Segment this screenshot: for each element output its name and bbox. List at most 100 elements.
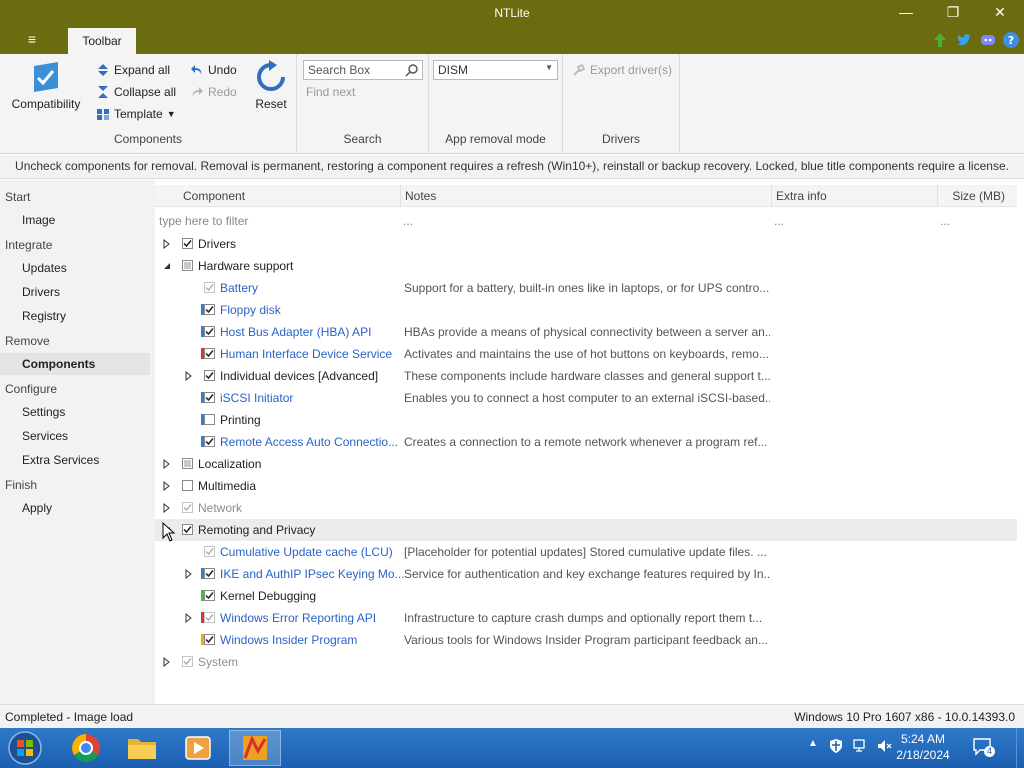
sidebar-item-extra-services[interactable]: Extra Services — [0, 449, 150, 471]
export-drivers-button[interactable]: Export driver(s) — [572, 60, 672, 80]
component-checkbox[interactable] — [204, 414, 215, 425]
component-checkbox[interactable] — [182, 260, 193, 271]
filter-input[interactable]: type here to filter — [159, 214, 248, 228]
component-checkbox[interactable] — [204, 282, 215, 293]
component-row[interactable]: Multimedia — [155, 475, 1017, 497]
redo-button[interactable]: Redo — [190, 82, 237, 102]
component-checkbox[interactable] — [204, 436, 215, 447]
undo-button[interactable]: Undo — [190, 60, 237, 80]
taskbar-chrome[interactable] — [60, 730, 112, 766]
search-input[interactable]: Search Box — [303, 60, 423, 80]
restore-button[interactable]: ❐ — [938, 3, 968, 23]
minimize-button[interactable]: — — [891, 3, 921, 23]
start-button-icon[interactable] — [6, 730, 44, 766]
close-button[interactable]: ✕ — [985, 3, 1015, 23]
filter-extra[interactable]: ... — [774, 214, 784, 228]
component-row[interactable]: IKE and AuthIP IPsec Keying Mo... Service… — [155, 563, 1017, 585]
collapsed-arrow-icon[interactable] — [184, 613, 194, 623]
sidebar-item-registry[interactable]: Registry — [0, 305, 150, 327]
column-header-component[interactable]: Component — [179, 185, 401, 207]
action-center-button[interactable]: 4 — [972, 736, 996, 758]
component-row[interactable]: Kernel Debugging — [155, 585, 1017, 607]
collapsed-arrow-icon[interactable] — [184, 371, 194, 381]
network-icon[interactable] — [852, 738, 868, 754]
component-checkbox[interactable] — [182, 524, 193, 535]
show-desktop-button[interactable] — [1016, 728, 1024, 768]
taskbar-media-player[interactable] — [172, 730, 224, 766]
component-row[interactable]: Floppy disk — [155, 299, 1017, 321]
component-checkbox[interactable] — [204, 546, 215, 557]
column-header-extra-info[interactable]: Extra info — [772, 185, 938, 207]
component-row[interactable]: Host Bus Adapter (HBA) API HBAs provide a… — [155, 321, 1017, 343]
search-icon[interactable] — [405, 63, 419, 77]
component-checkbox[interactable] — [182, 458, 193, 469]
twitter-icon[interactable] — [955, 31, 973, 49]
find-next-button[interactable]: Find next — [306, 82, 355, 102]
sidebar-item-image[interactable]: Image — [0, 209, 150, 231]
collapsed-arrow-icon[interactable] — [162, 459, 172, 469]
component-row[interactable]: Hardware support — [155, 255, 1017, 277]
sidebar-item-components[interactable]: Components — [0, 353, 150, 375]
component-checkbox[interactable] — [204, 568, 215, 579]
sidebar-item-updates[interactable]: Updates — [0, 257, 150, 279]
taskbar-file-explorer[interactable] — [116, 730, 168, 766]
filter-row[interactable]: type here to filter ... ... ... — [155, 210, 1017, 232]
filter-size[interactable]: ... — [940, 214, 950, 228]
checkmark-icon — [205, 548, 214, 556]
clock[interactable]: 5:24 AM 2/18/2024 — [888, 731, 958, 763]
discord-icon[interactable] — [979, 31, 997, 49]
template-button[interactable]: Template ▼ — [96, 104, 176, 124]
component-row[interactable]: System — [155, 651, 1017, 673]
component-row[interactable]: Remote Access Auto Connectio... Creates a… — [155, 431, 1017, 453]
component-checkbox[interactable] — [182, 238, 193, 249]
component-checkbox[interactable] — [204, 612, 215, 623]
reset-button[interactable]: Reset — [250, 60, 292, 111]
help-icon[interactable]: ? — [1002, 31, 1020, 49]
column-header-size[interactable]: Size (MB) — [938, 185, 1017, 207]
component-checkbox[interactable] — [204, 392, 215, 403]
tray-expand-icon[interactable]: ▲ — [805, 738, 821, 754]
component-row[interactable]: Battery Support for a battery, built-in o… — [155, 277, 1017, 299]
tab-toolbar[interactable]: Toolbar — [68, 28, 136, 54]
sidebar-item-drivers[interactable]: Drivers — [0, 281, 150, 303]
component-checkbox[interactable] — [182, 656, 193, 667]
sidebar-item-services[interactable]: Services — [0, 425, 150, 447]
expand-all-button[interactable]: Expand all — [96, 60, 170, 80]
compatibility-button[interactable]: Compatibility — [6, 60, 86, 111]
security-shield-icon[interactable] — [828, 738, 844, 754]
component-row[interactable]: Drivers — [155, 233, 1017, 255]
component-row[interactable]: Human Interface Device Service Activates … — [155, 343, 1017, 365]
sidebar-item-settings[interactable]: Settings — [0, 401, 150, 423]
column-header-notes[interactable]: Notes — [401, 185, 772, 207]
component-row[interactable]: Printing — [155, 409, 1017, 431]
expanded-arrow-icon[interactable] — [162, 261, 172, 271]
app-removal-mode-select[interactable]: DISM ▼ — [433, 60, 558, 80]
sidebar-item-apply[interactable]: Apply — [0, 497, 150, 519]
component-checkbox[interactable] — [204, 348, 215, 359]
component-row[interactable]: Windows Insider Program Various tools for… — [155, 629, 1017, 651]
component-checkbox[interactable] — [182, 502, 193, 513]
component-checkbox[interactable] — [204, 590, 215, 601]
component-row[interactable]: iSCSI Initiator Enables you to connect a … — [155, 387, 1017, 409]
component-row[interactable]: Remoting and Privacy — [155, 519, 1017, 541]
filter-notes[interactable]: ... — [403, 214, 413, 228]
hamburger-menu-icon[interactable]: ≡ — [22, 31, 42, 49]
collapsed-arrow-icon[interactable] — [184, 569, 194, 579]
collapsed-arrow-icon[interactable] — [162, 239, 172, 249]
component-row[interactable]: Cumulative Update cache (LCU) [Placeholde… — [155, 541, 1017, 563]
component-checkbox[interactable] — [182, 480, 193, 491]
component-row[interactable]: Individual devices [Advanced] These compo… — [155, 365, 1017, 387]
component-row[interactable]: Localization — [155, 453, 1017, 475]
component-row[interactable]: Network — [155, 497, 1017, 519]
component-checkbox[interactable] — [204, 326, 215, 337]
component-checkbox[interactable] — [204, 304, 215, 315]
collapsed-arrow-icon[interactable] — [162, 657, 172, 667]
taskbar-ntlite[interactable] — [229, 730, 281, 766]
update-arrow-icon[interactable] — [931, 31, 949, 49]
component-checkbox[interactable] — [204, 370, 215, 381]
collapse-all-button[interactable]: Collapse all — [96, 82, 176, 102]
component-checkbox[interactable] — [204, 634, 215, 645]
collapsed-arrow-icon[interactable] — [162, 503, 172, 513]
component-row[interactable]: Windows Error Reporting API Infrastructur… — [155, 607, 1017, 629]
collapsed-arrow-icon[interactable] — [162, 481, 172, 491]
